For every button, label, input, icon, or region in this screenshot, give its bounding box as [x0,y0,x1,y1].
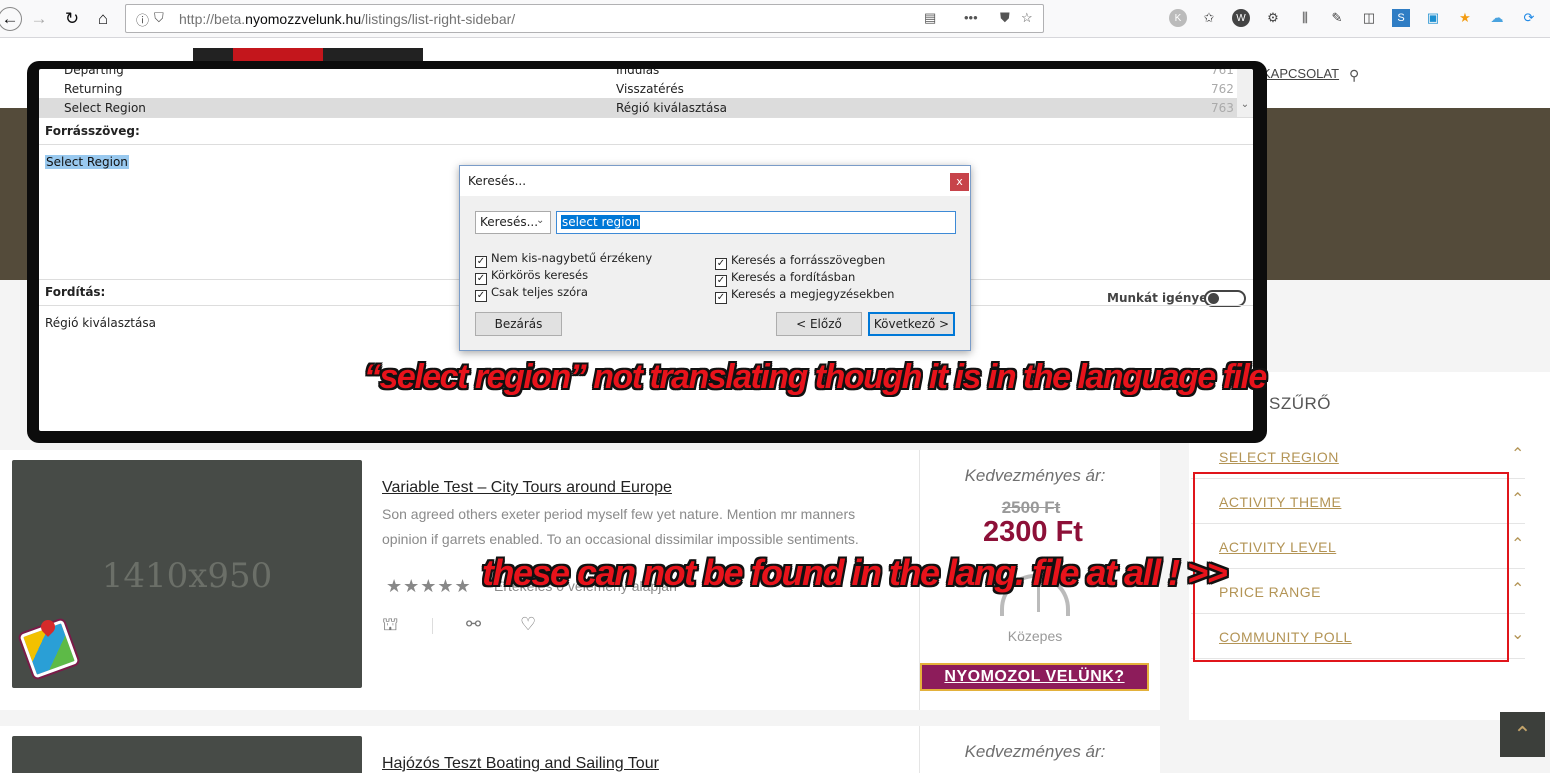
checkbox-search-source[interactable]: ✓ Keresés a forrásszövegben [715,253,885,270]
filter-label[interactable]: ACTIVITY THEME [1219,494,1341,510]
close-button[interactable]: Bezárás [475,312,562,336]
annotation-text-top: “select region” not translating though i… [364,358,1267,396]
translation-label: Fordítás: [45,285,106,299]
difficulty-icon[interactable]: ⛫ [382,614,399,638]
filter-activity-theme[interactable]: ACTIVITY THEME ⌃ [1191,479,1525,524]
image-placeholder-label: 1410x950 [101,556,273,596]
search-dialog: Keresés... x Keresés... ⌄ select region … [459,165,971,351]
sidebar-title: SZŰRŐ [1269,394,1331,413]
wishlist-heart-icon[interactable]: ♡ [520,614,536,635]
string-row[interactable]: Returning Visszatérés 762 [39,79,1237,98]
source-text[interactable]: Select Region [45,155,129,169]
filter-label[interactable]: ACTIVITY LEVEL [1219,539,1336,555]
cloud-icon[interactable]: ☁ [1488,9,1506,27]
price-label: Kedvezményes ár: [964,742,1106,761]
search-mode-select[interactable]: Keresés... ⌄ [475,211,551,234]
library-icon[interactable]: ⫼ [1296,9,1314,27]
checkbox-case-insensitive[interactable]: ✓ Nem kis-nagybetű érzékeny [475,251,652,268]
home-icon[interactable]: ⌂ [91,7,115,31]
filter-label[interactable]: SELECT REGION [1219,449,1339,465]
checkbox-search-translation[interactable]: ✓ Keresés a fordításban [715,270,855,287]
shield-icon[interactable]: ⛉ [154,10,164,26]
reload-icon[interactable]: ↻ [60,7,84,31]
s-icon[interactable]: S [1392,9,1410,27]
rating-stars: ★★★★★ [386,576,472,596]
listing-image[interactable]: 1410x950 [12,460,362,688]
dialog-title: Keresés... [468,174,527,188]
listing-description: Son agreed others exeter period myself f… [382,506,859,547]
checkbox-wrap-around[interactable]: ✓ Körkörös keresés [475,268,588,285]
string-row-selected[interactable]: Select Region Régió kiválasztása 763 [39,98,1237,117]
filter-community-poll[interactable]: COMMUNITY POLL ⌄ [1191,614,1525,659]
share-icon[interactable]: ⚯ [466,614,481,635]
nav-link-contact[interactable]: KAPCSOLAT [1262,66,1339,81]
divider [432,618,433,634]
annotation-text-middle: these can not be found in the lang. file… [482,552,1228,593]
needs-work-label: Munkát igényel [1107,291,1212,305]
info-icon[interactable]: ⓘ [136,10,149,29]
dialog-titlebar: Keresés... x [460,166,970,196]
browser-toolbar: ← → ↻ ⌂ ⓘ ⛉ http://beta.nyomozzvelunk.hu… [0,0,1550,38]
chevron-up-icon[interactable]: ⌃ [1511,534,1524,554]
filter-activity-level[interactable]: ACTIVITY LEVEL ⌃ [1191,524,1525,569]
page-actions-icon[interactable]: ••• [964,10,978,25]
k-icon[interactable]: K [1169,9,1187,27]
string-row[interactable]: Departing Indulás 761 [39,69,1237,79]
listing-image[interactable] [12,736,362,773]
cta-button[interactable]: NYOMOZOL VELÜNK? [920,663,1149,691]
checkbox-whole-word[interactable]: ✓ Csak teljes szóra [475,285,588,302]
search-input[interactable]: select region [556,211,956,234]
search-icon[interactable]: ⚲ [1349,67,1359,84]
listing-title[interactable]: Hajózós Teszt Boating and Sailing Tour [382,755,659,773]
close-icon[interactable]: x [950,173,969,191]
next-button[interactable]: Következő > [868,312,955,336]
checkbox-search-comments[interactable]: ✓ Keresés a megjegyzésekben [715,287,894,304]
activity-level-text: Közepes [1007,628,1063,644]
divider [39,117,1253,118]
translation-text[interactable]: Régió kiválasztása [45,316,156,330]
source-label: Forrásszöveg: [45,124,140,138]
save-icon[interactable]: ▣ [1424,9,1442,27]
wrench-icon[interactable]: ✎ [1328,9,1346,27]
sidebar-icon[interactable]: ◫ [1360,9,1378,27]
url-bar[interactable]: ⓘ ⛉ http://beta.nyomozzvelunk.hu/listing… [125,4,1044,33]
old-price: 2500 Ft [1001,498,1061,517]
w-icon[interactable]: W [1232,9,1250,27]
filter-label[interactable]: COMMUNITY POLL [1219,629,1352,645]
chevron-down-icon: ⌄ [536,215,545,226]
star-icon[interactable]: ✩ [1200,9,1218,27]
listing-title[interactable]: Variable Test – City Tours around Europe [382,479,672,497]
bookmark-star-icon[interactable]: ☆ [1021,10,1033,26]
pocket-icon[interactable]: ⛊ [1000,10,1010,26]
reader-view-icon[interactable]: ▤ [924,10,936,26]
chevron-up-icon[interactable]: ⌃ [1511,444,1524,464]
sync-icon[interactable]: ⟳ [1520,9,1538,27]
star-color-icon[interactable]: ★ [1456,9,1474,27]
forward-icon[interactable]: → [27,7,51,31]
price-label: Kedvezményes ár: [964,466,1106,485]
filter-price-range[interactable]: PRICE RANGE ⌃ [1191,569,1525,614]
chevron-up-icon[interactable]: ⌃ [1511,489,1524,509]
filter-label[interactable]: PRICE RANGE [1219,584,1321,600]
back-to-top-button[interactable]: ⌃ [1500,712,1545,757]
listing-card: Hajózós Teszt Boating and Sailing Tour K… [0,726,1160,773]
new-price: 2300 Ft [983,516,1083,548]
divider [39,144,1253,145]
previous-button[interactable]: < Előző [776,312,862,336]
back-icon[interactable]: ← [0,7,22,31]
gear-icon[interactable]: ⚙ [1264,9,1282,27]
scroll-down-icon[interactable]: ⌄ [1237,69,1253,117]
chevron-up-icon[interactable]: ⌃ [1511,579,1524,599]
chevron-down-icon[interactable]: ⌄ [1511,624,1524,644]
url-text[interactable]: http://beta.nyomozzvelunk.hu/listings/li… [179,11,515,27]
